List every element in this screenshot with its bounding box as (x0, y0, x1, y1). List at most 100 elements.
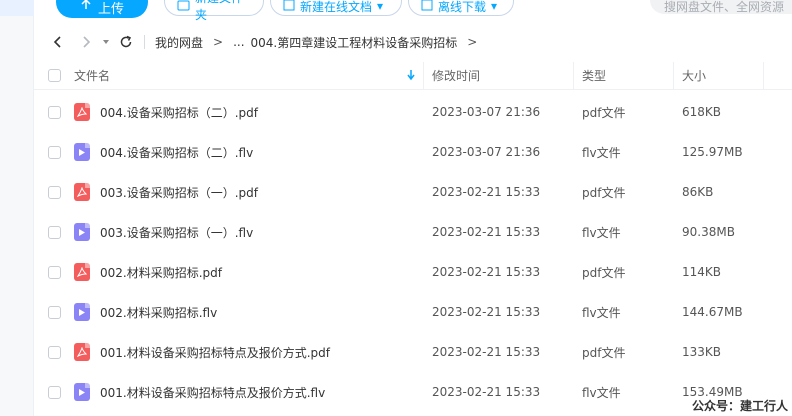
table-row[interactable]: 002.材料采购招标.pdf 2023-02-21 15:33 pdf文件 114KB (34, 252, 792, 292)
table-row[interactable]: 001.材料设备采购招标特点及报价方式.pdf 2023-02-21 15:33 p… (34, 332, 792, 372)
breadcrumb-divider (144, 35, 145, 49)
upload-icon (80, 0, 92, 15)
row-name-cell[interactable]: 001.材料设备采购招标特点及报价方式.flv (74, 372, 424, 412)
forward-arrow-icon[interactable] (78, 34, 94, 50)
row-size-cell: 114KB (674, 252, 764, 292)
new-folder-label: 新建文件夹 (195, 0, 243, 22)
row-name-cell[interactable]: 003.设备采购招标（一）.pdf (74, 172, 424, 212)
table-row[interactable]: 001.材料设备采购招标特点及报价方式.flv 2023-02-21 15:33 f… (34, 372, 792, 412)
row-modified-cell: 2023-02-21 15:33 (424, 292, 574, 332)
table-row[interactable]: 004.设备采购招标（二）.pdf 2023-03-07 21:36 pdf文件 61… (34, 92, 792, 132)
row-checkbox[interactable] (47, 225, 61, 239)
breadcrumb-separator: > (213, 35, 224, 49)
row-size-cell: 133KB (674, 332, 764, 372)
row-type-cell: flv文件 (574, 372, 674, 412)
row-name-cell[interactable]: 004.设备采购招标（二）.pdf (74, 92, 424, 132)
row-check-cell (34, 385, 74, 399)
file-type: pdf文件 (582, 265, 626, 280)
file-type: pdf文件 (582, 185, 626, 200)
video-file-icon (74, 383, 90, 401)
upload-button[interactable]: 上传 (56, 0, 148, 18)
table-row[interactable]: 002.材料采购招标.flv 2023-02-21 15:33 flv文件 144.6… (34, 292, 792, 332)
file-type: flv文件 (582, 145, 621, 160)
row-checkbox[interactable] (47, 185, 61, 199)
search-input[interactable]: 搜网盘文件、全网资源 (650, 0, 792, 14)
pdf-file-icon (74, 103, 90, 121)
row-type-cell: flv文件 (574, 132, 674, 172)
file-type: pdf文件 (582, 345, 626, 360)
table-row[interactable]: 003.设备采购招标（一）.pdf 2023-02-21 15:33 pdf文件 86… (34, 172, 792, 212)
file-name[interactable]: 004.设备采购招标（二）.pdf (100, 104, 258, 121)
file-name[interactable]: 002.材料采购招标.pdf (100, 264, 222, 281)
file-size: 114KB (682, 265, 722, 279)
row-size-cell: 86KB (674, 172, 764, 212)
row-check-cell (34, 265, 74, 279)
header-type[interactable]: 类型 (574, 61, 674, 90)
row-checkbox[interactable] (47, 305, 61, 319)
file-type: flv文件 (582, 225, 621, 240)
breadcrumb-separator: > (467, 35, 478, 49)
chevron-down-icon: ▾ (377, 0, 384, 13)
row-name-cell[interactable]: 001.材料设备采购招标特点及报价方式.pdf (74, 332, 424, 372)
row-type-cell: flv文件 (574, 292, 674, 332)
row-name-cell[interactable]: 002.材料采购招标.flv (74, 292, 424, 332)
file-size: 144.67MB (682, 305, 743, 319)
file-modified: 2023-02-21 15:33 (432, 345, 541, 359)
back-arrow-icon[interactable] (50, 34, 66, 50)
header-name[interactable]: 文件名 (74, 61, 424, 90)
download-icon (421, 0, 433, 14)
pdf-file-icon (74, 343, 90, 361)
file-modified: 2023-02-21 15:33 (432, 305, 541, 319)
offline-download-button[interactable]: 离线下载 ▾ (408, 0, 514, 16)
row-type-cell: pdf文件 (574, 332, 674, 372)
row-name-cell[interactable]: 004.设备采购招标（二）.flv (74, 132, 424, 172)
video-file-icon (74, 143, 90, 161)
breadcrumb-root[interactable]: 我的网盘 (155, 34, 203, 51)
new-online-doc-button[interactable]: 新建在线文档 ▾ (270, 0, 402, 16)
row-checkbox[interactable] (47, 345, 61, 359)
search-placeholder: 搜网盘文件、全网资源 (664, 0, 785, 14)
refresh-icon[interactable] (118, 34, 134, 50)
row-size-cell: 618KB (674, 92, 764, 132)
row-name-cell[interactable]: 003.设备采购招标（一）.flv (74, 212, 424, 252)
left-sidebar-strip (0, 0, 34, 416)
new-online-doc-label: 新建在线文档 (300, 0, 373, 14)
file-name[interactable]: 003.设备采购招标（一）.pdf (100, 184, 258, 201)
row-type-cell: pdf文件 (574, 92, 674, 132)
row-modified-cell: 2023-02-21 15:33 (424, 172, 574, 212)
upload-button-label: 上传 (97, 1, 124, 17)
file-name[interactable]: 002.材料采购招标.flv (100, 304, 217, 321)
pdf-file-icon (74, 183, 90, 201)
header-size[interactable]: 大小 (674, 61, 764, 90)
file-name[interactable]: 003.设备采购招标（一）.flv (100, 224, 253, 241)
table-row[interactable]: 004.设备采购招标（二）.flv 2023-03-07 21:36 flv文件 12… (34, 132, 792, 172)
select-all-checkbox[interactable] (47, 69, 61, 82)
file-name[interactable]: 004.设备采购招标（二）.flv (100, 144, 253, 161)
row-checkbox[interactable] (47, 105, 61, 119)
file-type: pdf文件 (582, 105, 626, 120)
header-modified[interactable]: 修改时间 (424, 61, 574, 90)
row-name-cell[interactable]: 002.材料采购招标.pdf (74, 252, 424, 292)
table-row[interactable]: 003.设备采购招标（一）.flv 2023-02-21 15:33 flv文件 90… (34, 212, 792, 252)
file-name[interactable]: 001.材料设备采购招标特点及报价方式.flv (100, 384, 325, 401)
file-name[interactable]: 001.材料设备采购招标特点及报价方式.pdf (100, 344, 330, 361)
new-folder-button[interactable]: 新建文件夹 (164, 0, 264, 22)
row-modified-cell: 2023-02-21 15:33 (424, 332, 574, 372)
toolbar: 上传 新建文件夹 新建在线文档 ▾ 离线下载 ▾ 搜网盘文件、全网资源 (34, 0, 792, 22)
header-type-label: 类型 (582, 69, 607, 83)
chevron-down-icon: ▾ (491, 0, 498, 13)
file-table-header: 文件名 修改时间 类型 大小 (34, 61, 792, 90)
file-list: 004.设备采购招标（二）.pdf 2023-03-07 21:36 pdf文件 61… (34, 92, 792, 412)
row-checkbox[interactable] (47, 265, 61, 279)
row-checkbox[interactable] (47, 385, 61, 399)
row-modified-cell: 2023-02-21 15:33 (424, 252, 574, 292)
row-size-cell: 90.38MB (674, 212, 764, 252)
row-type-cell: pdf文件 (574, 252, 674, 292)
row-modified-cell: 2023-03-07 21:36 (424, 92, 574, 132)
file-size: 125.97MB (682, 145, 743, 159)
history-dropdown-icon[interactable] (98, 34, 114, 50)
file-modified: 2023-02-21 15:33 (432, 225, 541, 239)
row-checkbox[interactable] (47, 145, 61, 159)
breadcrumb-ellipsis[interactable]: ... (233, 35, 244, 49)
select-all-cell (34, 69, 74, 82)
